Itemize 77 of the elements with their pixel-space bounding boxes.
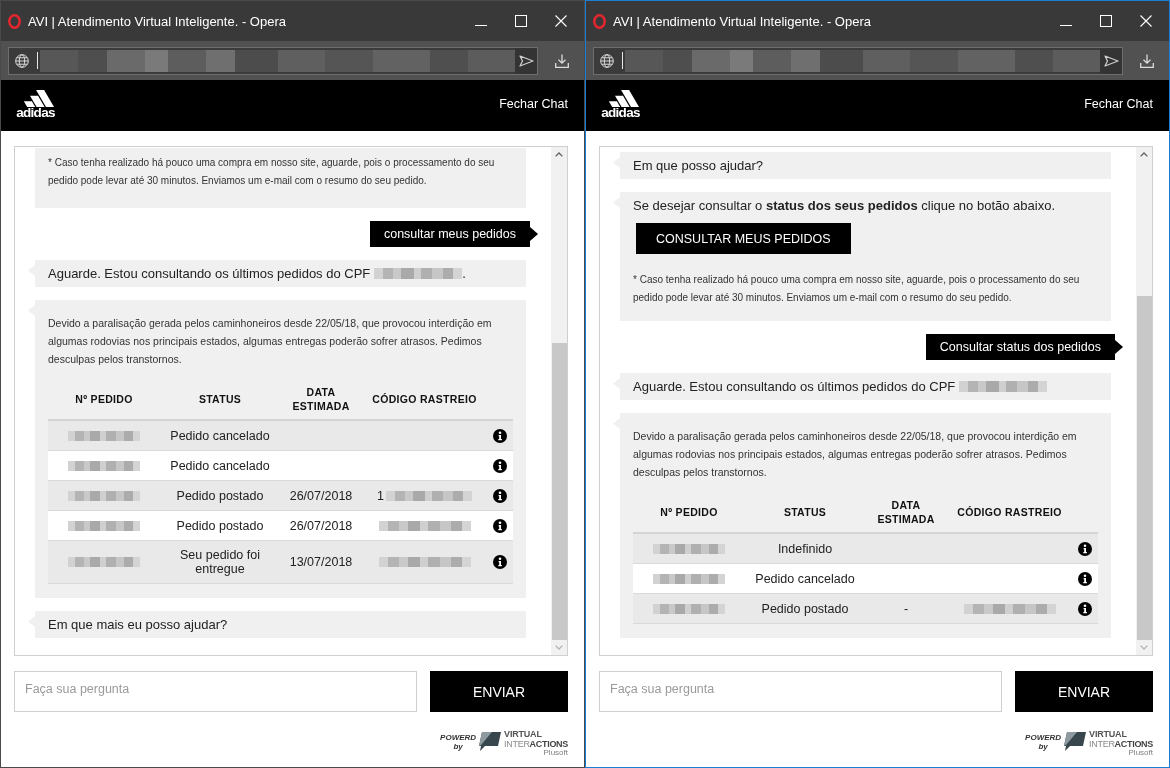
scroll-up-icon[interactable] (555, 152, 563, 157)
bubble-tail-icon (530, 227, 538, 241)
table-cell: Pedido postado (176, 518, 264, 533)
close-chat-link[interactable]: Fechar Chat (1084, 96, 1153, 111)
address-field[interactable] (593, 46, 1123, 75)
note-text: * Caso tenha realizado há pouco uma compra em nosso site, aguarde, pois o processamento do seu pedido pode levar até 30 minutos. Enviamos um e-mail com o resumo do seu pedido. (633, 273, 1081, 305)
three-stripes-logo-icon (21, 90, 54, 107)
text-cursor-icon (37, 52, 38, 69)
opera-logo-icon (593, 13, 606, 29)
column-header: Nº PEDIDO (74, 392, 134, 406)
window-title: AVI | Atendimento Virtual Inteligente. - Opera (613, 13, 872, 29)
speech-bubble-logo-icon (1064, 732, 1087, 751)
message-text: Em que posso ajudar? (633, 158, 764, 173)
text-cursor-icon (622, 52, 623, 69)
info-icon[interactable] (1078, 571, 1092, 586)
table-cell: 26/07/2018 (289, 488, 353, 503)
table-cell: Pedido cancelado (170, 428, 270, 443)
table-cell: Pedido postado (761, 601, 849, 616)
info-icon[interactable] (1078, 541, 1092, 556)
info-icon[interactable] (493, 488, 507, 503)
brand-name-line: VIRTUAL (1089, 730, 1128, 739)
brand-subtitle: Plusoft (543, 749, 568, 757)
message-text: Aguarde. Estou consultando os últimos pedidos do CPF (633, 379, 956, 394)
column-header: CÓDIGO RASTREIO (956, 505, 1063, 519)
question-input[interactable]: Faça sua pergunta (599, 671, 1002, 712)
column-header: Nº PEDIDO (659, 505, 719, 519)
powered-by-label: POWERD (1025, 733, 1062, 742)
globe-icon (15, 53, 29, 68)
message-text: . (462, 266, 466, 281)
table-cell-text: Seu pedido foi entregue (179, 548, 261, 576)
powered-by-label: by (453, 742, 463, 751)
brand-name-line: INTERACTIONS (1089, 739, 1153, 749)
note-text: * Caso tenha realizado há pouco uma compra em nosso site, aguarde, pois o processamento do seu pedido pode levar até 30 minutos. Enviamos um e-mail com o resumo do seu pedido. (48, 156, 496, 188)
info-icon[interactable] (493, 555, 507, 569)
scroll-up-icon[interactable] (1140, 152, 1148, 157)
scrollbar-thumb[interactable] (1136, 296, 1152, 640)
table-cell: Pedido postado (176, 488, 264, 503)
message-text: Aguarde. Estou consultando os últimos pedidos do CPF (48, 266, 371, 281)
column-header: CÓDIGO RASTREIO (371, 392, 478, 406)
info-icon[interactable] (493, 518, 507, 533)
scrollbar-thumb[interactable] (551, 343, 567, 640)
window-title: AVI | Atendimento Virtual Inteligente. - Opera (28, 13, 287, 29)
powered-by-label: by (1038, 742, 1048, 751)
opera-logo-icon (8, 13, 21, 29)
table-cell: Pedido cancelado (755, 571, 855, 586)
column-header: DATA ESTIMADA (876, 498, 936, 526)
send-button[interactable]: ENVIAR (1015, 671, 1153, 712)
info-icon[interactable] (493, 428, 507, 443)
brand-name-line: VIRTUAL (504, 730, 543, 739)
consult-orders-button[interactable]: CONSULTAR MEUS PEDIDOS (636, 223, 851, 254)
logo-wordmark: adidas (601, 107, 640, 119)
column-header: STATUS (782, 505, 828, 519)
info-icon[interactable] (1078, 601, 1092, 616)
table-cell: 1 (377, 488, 384, 503)
info-icon[interactable] (493, 458, 507, 473)
globe-icon (600, 53, 614, 68)
message-text: Em que mais eu posso ajudar? (48, 617, 228, 632)
close-icon[interactable] (1140, 15, 1152, 27)
powered-by-label: POWERD (440, 733, 477, 742)
speech-bubble-logo-icon (479, 732, 502, 751)
brand-name-line: INTERACTIONS (504, 739, 568, 749)
column-header: DATA ESTIMADA (291, 385, 351, 413)
table-cell: 13/07/2018 (289, 555, 353, 569)
brand-subtitle: Plusoft (1128, 749, 1153, 757)
table-cell: - (903, 601, 909, 616)
notice-text: Devido a paralisação gerada pelos caminhoneiros desde 22/05/18, que provocou interdição em algumas rodovias nos principais estados, algumas entregas poderão sofrer atrasos. Pedimos desculpas pelos transtornos. (633, 429, 1078, 480)
maximize-icon[interactable] (1100, 15, 1112, 27)
table-cell: Pedido cancelado (170, 458, 270, 473)
three-stripes-logo-icon (606, 90, 639, 107)
table-cell: 26/07/2018 (289, 518, 353, 533)
logo-wordmark: adidas (16, 107, 55, 119)
download-icon[interactable] (1140, 53, 1154, 68)
table-cell: Indefinido (777, 541, 833, 556)
bubble-tail-icon (1115, 340, 1123, 354)
notice-text: Devido a paralisação gerada pelos caminhoneiros desde 22/05/18, que provocou interdição em algumas rodovias nos principais estados, algumas entregas poderão sofrer atrasos. Pedimos desculpas pelos transtornos. (48, 316, 493, 367)
message-text: Se desejar consultar o status dos seus pedidos clique no botão abaixo. (633, 198, 1055, 213)
column-header: STATUS (197, 392, 243, 406)
